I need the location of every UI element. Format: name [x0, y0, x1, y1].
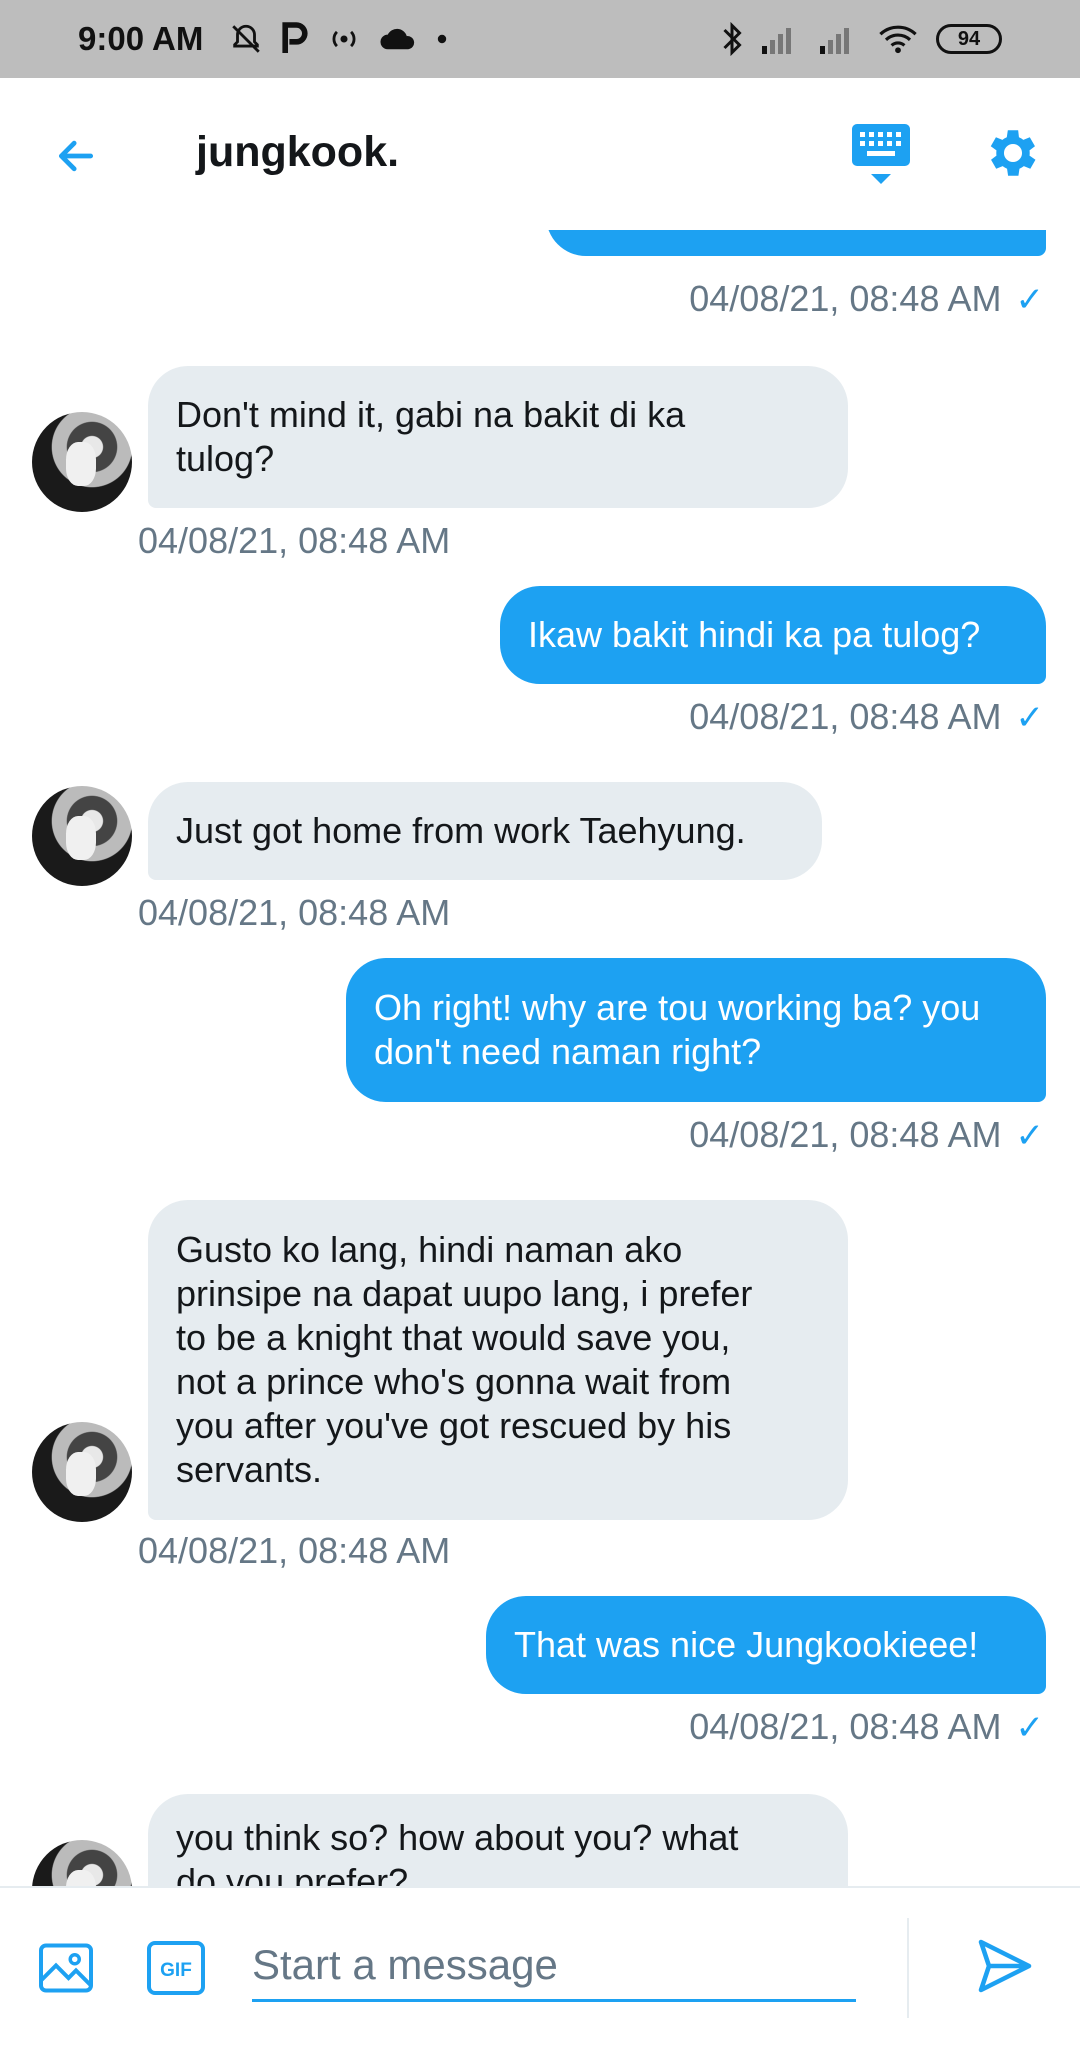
- avatar[interactable]: [32, 412, 132, 512]
- add-image-button[interactable]: [36, 1938, 96, 1998]
- sent-message-bubble[interactable]: Ikaw bakit hindi ka pa tulog?: [500, 586, 1046, 684]
- wifi-icon: [878, 23, 918, 55]
- read-check-icon: ✓: [1015, 1709, 1045, 1747]
- message-list[interactable]: 04/08/21, 08:48 AM ✓ Don't mind it, gabi …: [0, 230, 1080, 1886]
- sent-message-bubble[interactable]: [546, 230, 1046, 256]
- sent-message-bubble[interactable]: That was nice Jungkookieee!: [486, 1596, 1046, 1694]
- contact-name[interactable]: jungkook.: [196, 128, 399, 177]
- read-check-icon: ✓: [1015, 281, 1045, 319]
- received-message-bubble[interactable]: Gusto ko lang, hindi naman ako prinsipe …: [148, 1200, 848, 1520]
- message-timestamp: 04/08/21, 08:48 AM ✓: [689, 696, 1045, 737]
- message-composer: GIF: [0, 1886, 1080, 2046]
- message-timestamp: 04/08/21, 08:48 AM ✓: [689, 1706, 1045, 1747]
- message-timestamp: 04/08/21, 08:48 AM: [138, 892, 451, 933]
- keyboard-button[interactable]: [850, 122, 912, 188]
- send-button[interactable]: [972, 1934, 1038, 1998]
- signal-icon: [762, 24, 802, 54]
- dot-icon: [435, 32, 449, 46]
- bluetooth-icon: [720, 21, 744, 57]
- read-check-icon: ✓: [1015, 699, 1045, 737]
- message-timestamp: 04/08/21, 08:48 AM ✓: [689, 1114, 1045, 1155]
- battery-icon: 94: [936, 24, 1002, 54]
- add-gif-button[interactable]: GIF: [146, 1940, 206, 1996]
- conversation-header: jungkook.: [0, 78, 1080, 230]
- status-left: 9:00 AM: [78, 20, 449, 58]
- read-check-icon: ✓: [1015, 1117, 1045, 1155]
- avatar[interactable]: [32, 1840, 132, 1886]
- received-message-bubble[interactable]: Don't mind it, gabi na bakit di ka tulog…: [148, 366, 848, 508]
- message-timestamp: 04/08/21, 08:48 AM: [138, 1530, 451, 1571]
- hotspot-icon: [327, 22, 361, 56]
- keyboard-icon: [852, 124, 910, 184]
- composer-divider: [907, 1918, 909, 2018]
- received-message-bubble[interactable]: Just got home from work Taehyung.: [148, 782, 822, 880]
- received-message-bubble[interactable]: you think so? how about you? what do you…: [148, 1794, 848, 1886]
- message-timestamp: 04/08/21, 08:48 AM ✓: [689, 278, 1045, 319]
- status-bar: 9:00 AM 94: [0, 0, 1080, 78]
- status-right: 94: [720, 21, 1002, 57]
- gif-icon: GIF: [147, 1941, 205, 1995]
- signal-icon: [820, 24, 860, 54]
- back-arrow-icon: [58, 140, 94, 172]
- settings-button[interactable]: [982, 122, 1044, 184]
- dm-conversation-screen: 9:00 AM 94 jungkook. 04/08/21, 08:48 AM …: [0, 0, 1080, 2046]
- gear-icon: [990, 130, 1036, 176]
- message-input[interactable]: [252, 1930, 856, 2002]
- alarm-off-icon: [229, 22, 263, 56]
- back-button[interactable]: [46, 126, 106, 186]
- status-time: 9:00 AM: [78, 20, 204, 57]
- svg-text:GIF: GIF: [160, 1960, 192, 1981]
- avatar[interactable]: [32, 786, 132, 886]
- message-timestamp: 04/08/21, 08:48 AM: [138, 520, 451, 561]
- image-icon: [39, 1943, 93, 1993]
- sent-message-bubble[interactable]: Oh right! why are tou working ba? you do…: [346, 958, 1046, 1102]
- parking-icon: [281, 22, 309, 56]
- send-icon: [978, 1939, 1032, 1993]
- cloud-icon: [379, 24, 417, 54]
- avatar[interactable]: [32, 1422, 132, 1522]
